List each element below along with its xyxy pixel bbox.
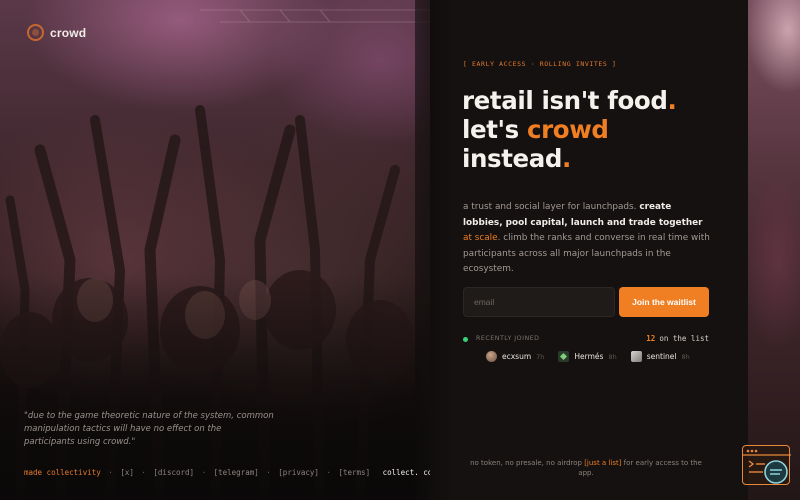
headline-period-1: . <box>667 86 677 115</box>
brand-name: crowd <box>50 25 87 40</box>
avatar <box>486 351 497 362</box>
eyebrow-label: [ EARLY ACCESS · ROLLING INVITES ] <box>463 60 617 68</box>
join-waitlist-button[interactable]: Join the waitlist <box>619 287 709 317</box>
footer-link-privacy[interactable]: [privacy] <box>278 468 319 477</box>
hero-headline: retail isn't food. let's crowd instead. <box>462 86 742 173</box>
waitlist-count-suffix: on the list <box>659 334 709 343</box>
list-item: ecxsum 7h <box>486 351 544 362</box>
joiner-name: sentinel <box>646 352 677 361</box>
online-dot-icon <box>463 337 468 342</box>
headline-line-1: retail isn't food <box>462 86 668 115</box>
terminal-chat-icon <box>743 449 791 484</box>
footer-link-discord[interactable]: [discord] <box>153 468 194 477</box>
right-photo-strip <box>748 0 800 500</box>
joiner-time: 8h <box>681 352 690 361</box>
list-item: sentinel 8h <box>630 351 690 362</box>
footer-separator: · <box>201 468 207 477</box>
list-item: Hermés 8h <box>558 351 617 362</box>
bottom-note-pre: no token, no presale, no airdrop <box>470 459 585 467</box>
hero-description: a trust and social layer for launchpads.… <box>463 200 713 278</box>
footer-separator: · <box>108 468 113 477</box>
email-input[interactable] <box>463 287 615 317</box>
joiner-name: ecxsum <box>502 352 532 361</box>
brand-logo[interactable]: crowd <box>27 24 86 41</box>
just-a-list-link[interactable]: [just a list] <box>584 459 621 467</box>
footer-link-terms[interactable]: [terms] <box>338 468 370 477</box>
recently-joined-header: RECENTLY JOINED 12 on the list <box>463 334 709 346</box>
manifesto-quote: "due to the game theoretic nature of the… <box>24 411 274 447</box>
joiner-name: Hermés <box>574 352 604 361</box>
recent-joiners-list: ecxsum 7h Hermés 8h sentinel 8h <box>486 351 690 362</box>
avatar <box>558 351 570 362</box>
footer-separator: · <box>326 468 331 477</box>
headline-accent: crowd <box>526 115 609 144</box>
headline-line-3: instead <box>462 144 563 173</box>
waitlist-count: 12 on the list <box>646 334 709 343</box>
made-collectivity-label: made collectivity <box>24 468 101 477</box>
terminal-chat-widget-button[interactable] <box>742 445 791 485</box>
footer-separator: · <box>266 468 271 477</box>
footer-separator: · <box>141 468 146 477</box>
footer-link-telegram[interactable]: [telegram] <box>214 468 259 477</box>
headline-period-3: . <box>562 144 571 173</box>
joiner-time: 8h <box>608 352 617 361</box>
desc-lead: a trust and social layer for launchpads. <box>463 202 640 212</box>
headline-line-2-pre: let's <box>462 115 527 144</box>
avatar <box>630 351 642 362</box>
logo-icon <box>27 24 44 41</box>
desc-highlight: at scale <box>463 233 498 243</box>
bottom-note: no token, no presale, no airdrop [just a… <box>462 458 710 478</box>
waitlist-count-number: 12 <box>646 334 656 343</box>
desc-tail: . climb the ranks and converse in real t… <box>463 233 710 274</box>
marquee-ticker: collect. conce <box>382 468 430 477</box>
joiner-time: 7h <box>536 352 545 361</box>
footer-links: made collectivity · [x] · [discord] · [t… <box>24 468 430 477</box>
recently-joined-label: RECENTLY JOINED <box>476 335 540 342</box>
footer-link-x[interactable]: [x] <box>120 468 134 477</box>
